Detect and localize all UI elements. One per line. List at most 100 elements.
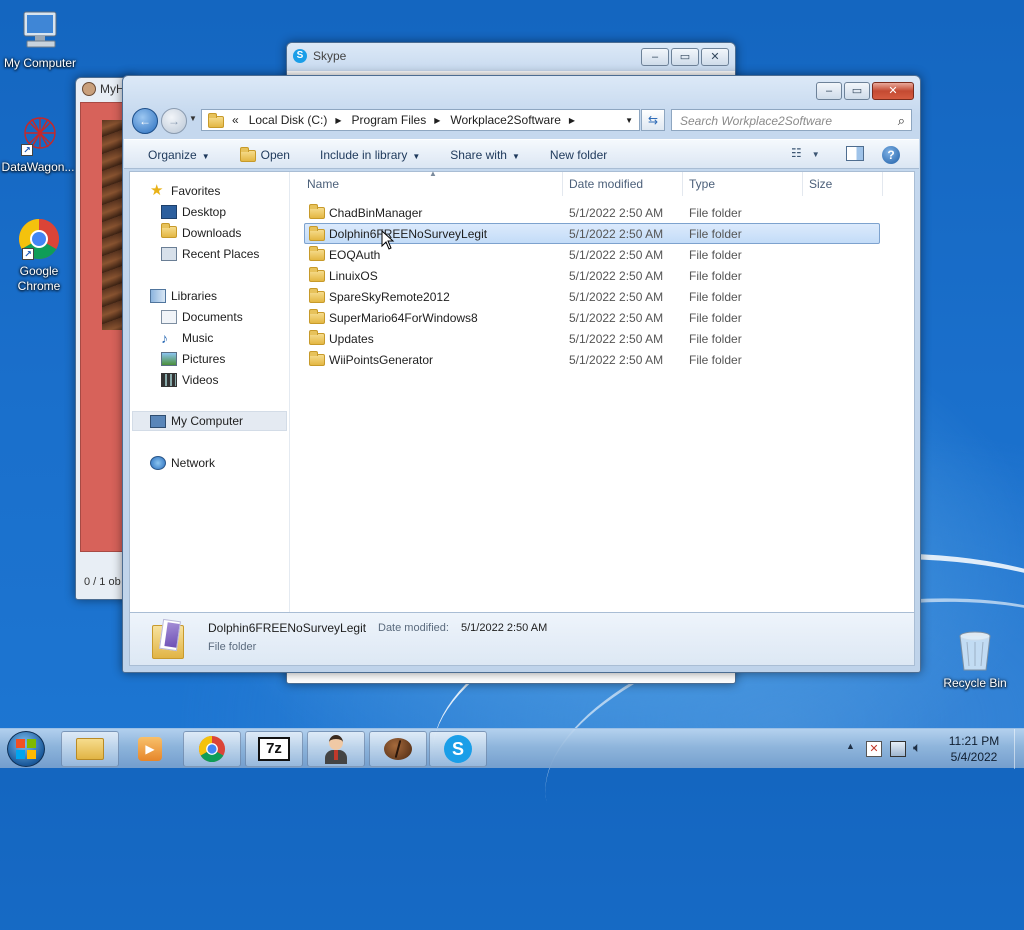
- skype-icon: S: [293, 49, 307, 63]
- breadcrumb-item[interactable]: Local Disk (C:) ▶: [249, 113, 342, 127]
- file-list: ▲ Name Date modified Type Size ChadBinMa…: [291, 169, 914, 612]
- minimize-button[interactable]: –: [641, 48, 669, 66]
- file-row[interactable]: Updates 5/1/2022 2:50 AM File folder: [305, 328, 885, 349]
- preview-pane-button[interactable]: [846, 146, 864, 161]
- pictures-icon: [161, 352, 177, 366]
- chevron-down-icon: ▼: [811, 150, 820, 159]
- maximize-button[interactable]: ▭: [671, 48, 699, 66]
- back-button[interactable]: ←: [132, 108, 158, 134]
- address-bar[interactable]: « Local Disk (C:) ▶ Program Files ▶ Workpl…: [201, 109, 640, 131]
- close-button[interactable]: ✕: [872, 82, 914, 100]
- explorer-icon: [76, 738, 104, 760]
- file-row[interactable]: LinuixOS 5/1/2022 2:50 AM File folder: [305, 265, 885, 286]
- nav-my-computer[interactable]: My Computer: [132, 411, 287, 431]
- address-dropdown-button[interactable]: ▼: [625, 116, 633, 125]
- breadcrumb-item[interactable]: Program Files ▶: [352, 113, 441, 127]
- taskbar-7zip-button[interactable]: 7z: [245, 731, 303, 767]
- back-arrow-icon: ←: [139, 114, 151, 128]
- explorer-window[interactable]: – ▭ ✕ ← → ▼ « Local Disk (C:) ▶ Program F…: [122, 75, 921, 673]
- taskbar: ▶ 7z S ▲ ✕ 🔈︎ 11:21 PM 5/4/2022: [0, 728, 1024, 769]
- taskbar-skype-button[interactable]: S: [429, 731, 487, 767]
- nav-documents[interactable]: Documents: [161, 307, 243, 327]
- media-player-icon: ▶: [138, 737, 162, 761]
- recent-pages-dropdown[interactable]: ▼: [189, 114, 197, 123]
- search-placeholder: Search Workplace2Software: [680, 114, 833, 128]
- chevron-down-icon: ▼: [201, 151, 210, 161]
- nav-videos[interactable]: Videos: [161, 370, 218, 390]
- documents-icon: [161, 310, 177, 324]
- taskbar-coffee-app-button[interactable]: [369, 731, 427, 767]
- taskbar-chrome-button[interactable]: [183, 731, 241, 767]
- window-title: Skype: [313, 49, 347, 63]
- chevron-right-icon: ▶: [568, 115, 576, 125]
- view-options-button[interactable]: ☷ ▼: [791, 146, 820, 160]
- nav-libraries[interactable]: Libraries: [150, 286, 217, 306]
- file-row[interactable]: SuperMario64ForWindows8 5/1/2022 2:50 AM…: [305, 307, 885, 328]
- search-box[interactable]: Search Workplace2Software ⌕: [671, 109, 912, 131]
- content-area: ★ Favorites Desktop Downloads Recent Plac…: [129, 169, 915, 613]
- include-in-library-menu[interactable]: Include in library ▼: [320, 148, 420, 162]
- nav-desktop[interactable]: Desktop: [161, 202, 226, 222]
- recycle-bin-icon: [952, 628, 998, 674]
- taskbar-media-player-button[interactable]: ▶: [121, 731, 179, 767]
- skype-icon: S: [444, 735, 472, 763]
- refresh-button[interactable]: ⇆: [641, 109, 665, 131]
- file-row[interactable]: ChadBinManager 5/1/2022 2:50 AM File fol…: [305, 202, 885, 223]
- window-title: MyH: [100, 82, 125, 96]
- nav-pictures[interactable]: Pictures: [161, 349, 225, 369]
- volume-icon[interactable]: 🔈︎: [913, 739, 921, 756]
- start-button[interactable]: [7, 731, 45, 767]
- chevron-down-icon: ▼: [412, 151, 421, 161]
- column-header-size[interactable]: Size: [803, 172, 883, 196]
- details-pane: Dolphin6FREENoSurveyLegit Date modified:…: [129, 613, 915, 666]
- clock-date: 5/4/2022: [950, 750, 998, 764]
- taskbar-explorer-button[interactable]: [61, 731, 119, 767]
- nav-downloads[interactable]: Downloads: [161, 223, 241, 243]
- action-center-icon[interactable]: ✕: [866, 741, 882, 757]
- file-row[interactable]: SpareSkyRemote2012 5/1/2022 2:50 AM File…: [305, 286, 885, 307]
- nav-recent-places[interactable]: Recent Places: [161, 244, 259, 264]
- folder-icon: [309, 267, 325, 282]
- close-button[interactable]: ✕: [701, 48, 729, 66]
- show-desktop-button[interactable]: [1014, 729, 1024, 769]
- mouse-cursor-icon: [381, 230, 395, 250]
- status-text: 0 / 1 ob: [84, 576, 121, 588]
- new-folder-button[interactable]: New folder: [550, 148, 607, 162]
- column-header-type[interactable]: Type: [683, 172, 803, 196]
- desktop-icon-datawagon[interactable]: ↗ DataWagon...: [0, 112, 78, 174]
- desktop-icon-label: Recycle Bin: [943, 676, 1007, 690]
- desktop-icon-recycle-bin[interactable]: Recycle Bin: [935, 628, 1015, 690]
- folder-icon: [309, 226, 325, 241]
- nav-network[interactable]: Network: [150, 453, 215, 473]
- open-folder-icon: [239, 147, 256, 162]
- forward-button[interactable]: →: [161, 108, 187, 134]
- nav-music[interactable]: ♪ Music: [161, 328, 213, 348]
- breadcrumb-item[interactable]: Workplace2Software ▶: [450, 113, 575, 127]
- folder-icon: [309, 288, 325, 303]
- organize-menu[interactable]: Organize ▼: [148, 148, 210, 162]
- help-button[interactable]: ?: [882, 146, 900, 164]
- show-hidden-icons-button[interactable]: ▲: [846, 741, 855, 751]
- open-button[interactable]: Open: [239, 147, 290, 162]
- nav-favorites[interactable]: ★ Favorites: [150, 181, 220, 201]
- navigation-pane: ★ Favorites Desktop Downloads Recent Plac…: [130, 172, 290, 612]
- taskbar-person-app-button[interactable]: [307, 731, 365, 767]
- breadcrumb-overflow[interactable]: «: [232, 113, 239, 127]
- music-icon: ♪: [161, 330, 168, 346]
- desktop-icon-my-computer[interactable]: My Computer: [0, 8, 80, 70]
- details-modified-value: 5/1/2022 2:50 AM: [461, 622, 548, 634]
- clock-time: 11:21 PM: [948, 734, 1000, 748]
- column-header-date[interactable]: Date modified: [563, 172, 683, 196]
- file-row[interactable]: WiiPointsGenerator 5/1/2022 2:50 AM File…: [305, 349, 885, 370]
- column-header-name[interactable]: Name: [301, 172, 563, 196]
- clock[interactable]: 11:21 PM 5/4/2022: [936, 733, 1012, 765]
- desktop-icon-google-chrome[interactable]: ↗ Google Chrome: [0, 216, 79, 294]
- folder-icon: [208, 112, 224, 128]
- minimize-button[interactable]: –: [816, 82, 842, 100]
- share-with-menu[interactable]: Share with ▼: [450, 148, 520, 162]
- coffee-bean-icon: [384, 738, 412, 760]
- maximize-button[interactable]: ▭: [844, 82, 870, 100]
- videos-icon: [161, 373, 177, 387]
- folder-icon: [309, 204, 325, 219]
- network-status-icon[interactable]: [890, 741, 906, 757]
